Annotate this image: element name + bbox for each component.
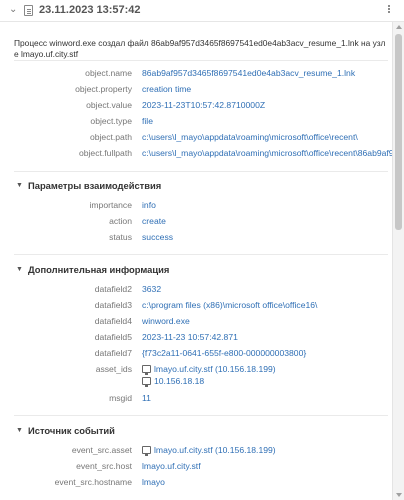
field-key: object.name [85,68,132,78]
field-asset-ids-2: 10.156.18.18 [0,376,392,390]
field-datafield4: datafield4 winword.exe [0,316,392,330]
asset-link[interactable]: lmayo.uf.city.stf (10.156.18.199) [142,364,276,375]
field-value-link[interactable]: {f73c2a11-0641-655f-e800-000000003800} [142,348,306,358]
field-key: msgid [109,393,132,403]
field-datafield7: datafield7 {f73c2a11-0641-655f-e800-0000… [0,348,392,362]
divider [14,171,388,172]
field-value-link[interactable]: c:\program files (x86)\microsoft office\… [142,300,317,310]
asset-label: lmayo.uf.city.stf (10.156.18.199) [154,364,276,374]
section-additional-info[interactable]: ▼ Дополнительная информация [0,264,392,278]
monitor-icon [142,446,151,456]
field-msgid: msgid 11 [0,393,392,407]
asset-label: 10.156.18.18 [154,376,205,386]
event-header: ⌄ 23.11.2023 13:57:42 [0,0,404,22]
field-value-link[interactable]: 2023-11-23 10:57:42.871 [142,332,238,342]
section-interaction[interactable]: ▼ Параметры взаимодействия [0,180,392,194]
document-icon [24,5,33,16]
field-status: status success [0,232,392,246]
field-value-link[interactable]: winword.exe [142,316,190,326]
field-key: datafield3 [94,300,132,310]
field-key: importance [89,200,132,210]
field-value-link[interactable]: creation time [142,84,191,94]
event-timestamp-title: 23.11.2023 13:57:42 [39,4,141,16]
field-action: action create [0,216,392,230]
field-key: datafield5 [94,332,132,342]
field-key: object.value [86,100,132,110]
field-key: asset_ids [95,364,132,374]
asset-label: lmayo.uf.city.stf (10.156.18.199) [154,445,276,455]
field-value-link[interactable]: lmayo.uf.city.stf [142,461,201,471]
divider [14,415,388,416]
field-key: datafield2 [94,284,132,294]
scroll-up-arrow-icon[interactable] [396,25,402,29]
scroll-down-arrow-icon[interactable] [396,493,402,497]
field-value-link[interactable]: c:\users\l_mayo\appdata\roaming\microsof… [142,148,392,158]
field-importance: importance info [0,200,392,214]
field-value-link[interactable]: 2023-11-23T10:57:42.8710000Z [142,100,265,110]
field-value-link[interactable]: create [142,216,166,226]
section-title: Дополнительная информация [28,264,170,275]
monitor-icon [142,377,151,387]
chevron-down-icon[interactable]: ⌄ [9,4,17,15]
asset-link[interactable]: lmayo.uf.city.stf (10.156.18.199) [142,445,276,456]
chevron-down-icon[interactable]: ▼ [16,427,23,434]
field-value-link[interactable]: file [142,116,153,126]
field-key: object.type [90,116,132,126]
field-datafield5: datafield5 2023-11-23 10:57:42.871 [0,332,392,346]
field-value-link[interactable]: c:\users\l_mayo\appdata\roaming\microsof… [142,132,358,142]
field-object-name: object.name 86ab9af957d3465f8697541ed0e4… [0,68,392,82]
field-datafield2: datafield2 3632 [0,284,392,298]
event-details-panel: Процесс winword.exe создал файл 86ab9af9… [0,22,392,500]
field-value-link[interactable]: 3632 [142,284,161,294]
field-object-path: object.path c:\users\l_mayo\appdata\roam… [0,132,392,146]
more-vertical-icon[interactable] [386,4,392,16]
chevron-down-icon[interactable]: ▼ [16,266,23,273]
field-key: datafield4 [94,316,132,326]
field-event-src-host: event_src.host lmayo.uf.city.stf [0,461,392,475]
field-key: event_src.host [76,461,132,471]
vertical-scrollbar[interactable] [392,22,404,500]
field-key: action [109,216,132,226]
field-value-link[interactable]: success [142,232,173,242]
divider [14,60,388,61]
field-value-link[interactable]: 11 [142,393,151,403]
field-value-link[interactable]: lmayo [142,477,165,487]
field-object-value: object.value 2023-11-23T10:57:42.8710000… [0,100,392,114]
section-title: Параметры взаимодействия [28,180,162,191]
field-key: status [109,232,132,242]
monitor-icon [142,365,151,375]
field-value-link[interactable]: 86ab9af957d3465f8697541ed0e4ab3acv_resum… [142,68,355,78]
field-object-property: object.property creation time [0,84,392,98]
field-object-type: object.type file [0,116,392,130]
field-key: object.property [75,84,132,94]
field-datafield3: datafield3 c:\program files (x86)\micros… [0,300,392,314]
section-event-source[interactable]: ▼ Источник событий [0,425,392,439]
event-description: Процесс winword.exe создал файл 86ab9af9… [14,38,386,59]
field-value-link[interactable]: info [142,200,156,210]
divider [14,254,388,255]
field-key: datafield7 [94,348,132,358]
field-event-src-asset: event_src.asset lmayo.uf.city.stf (10.15… [0,445,392,459]
field-object-fullpath: object.fullpath c:\users\l_mayo\appdata\… [0,148,392,162]
scrollbar-thumb[interactable] [395,34,402,230]
asset-link[interactable]: 10.156.18.18 [142,376,205,387]
chevron-down-icon[interactable]: ▼ [16,182,23,189]
field-key: event_src.hostname [54,477,132,487]
field-key: object.fullpath [78,148,132,158]
field-event-src-hostname: event_src.hostname lmayo [0,477,392,491]
field-key: object.path [89,132,132,142]
section-title: Источник событий [28,425,115,436]
field-key: event_src.asset [71,445,132,455]
